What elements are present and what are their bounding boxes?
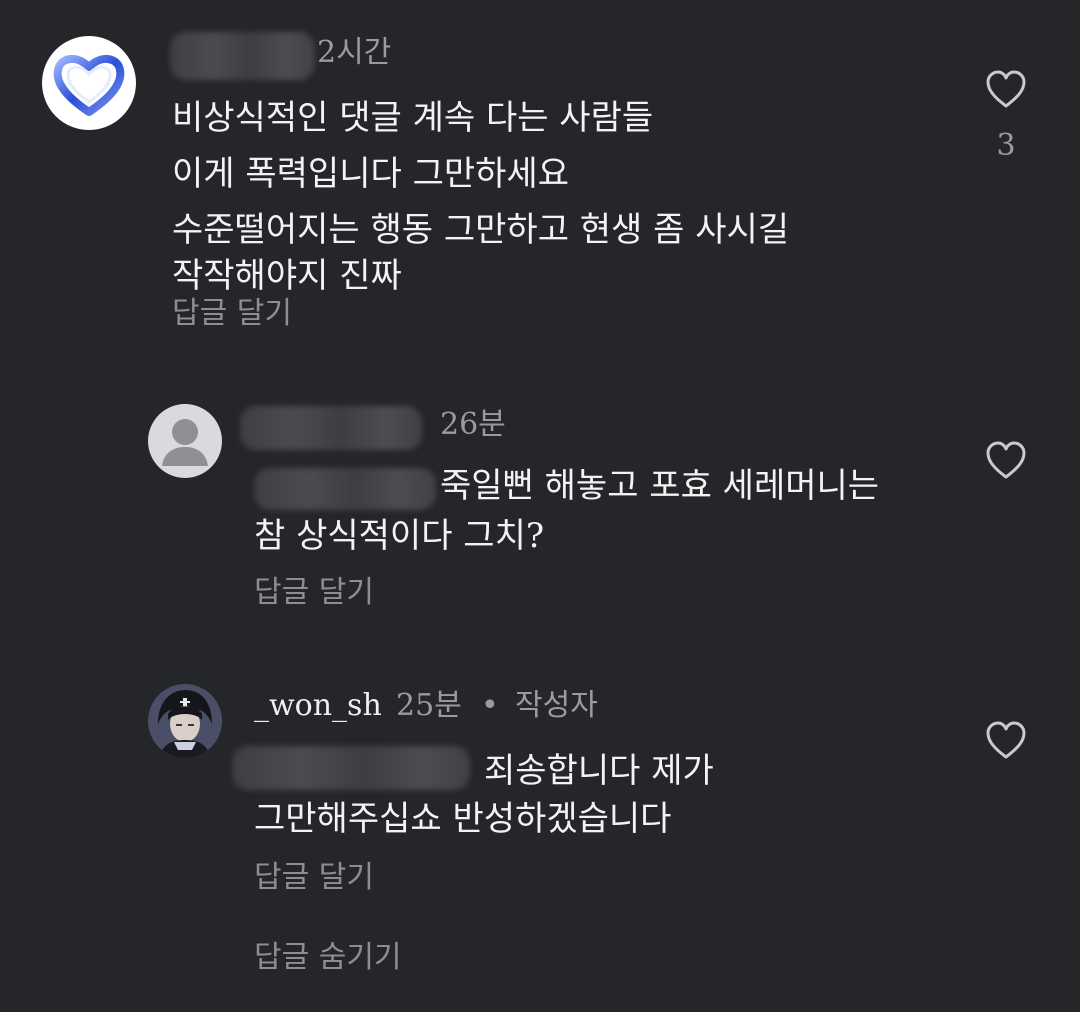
separator-dot: • — [481, 688, 499, 723]
hide-replies-button[interactable]: 답글 숨기기 — [254, 938, 402, 978]
reply-line: 죄송합니다 제가 — [484, 751, 714, 791]
avatar[interactable] — [148, 684, 222, 758]
reply-button[interactable]: 답글 달기 — [172, 294, 292, 334]
anime-character-avatar — [148, 684, 222, 758]
username-redacted — [170, 32, 315, 80]
avatar[interactable] — [42, 36, 136, 130]
like-count: 3 — [996, 128, 1016, 163]
default-user-icon — [162, 419, 208, 466]
author-badge: 작성자 — [515, 688, 598, 723]
username[interactable]: _won_sh — [254, 686, 382, 726]
reply-time: 25분 — [396, 688, 462, 723]
reply-line: 죽일뻔 해놓고 포효 세레머니는 — [440, 466, 880, 506]
blue-heart-icon — [53, 55, 125, 116]
heart-icon[interactable] — [985, 70, 1027, 110]
comment-line: 작작해야지 진짜 — [172, 256, 402, 296]
comment-time: 2시간 — [317, 35, 392, 70]
reply-button[interactable]: 답글 달기 — [254, 858, 374, 898]
mention-redacted — [232, 746, 470, 790]
comment-line: 이게 폭력입니다 그만하세요 — [172, 154, 569, 194]
reply-line: 그만해주십쇼 반성하겠습니다 — [254, 799, 672, 839]
heart-icon[interactable] — [985, 441, 1027, 481]
comment-body: 비상식적인 댓글 계속 다는 사람들 이게 폭력입니다 그만하세요 수준떨어지는… — [172, 94, 789, 300]
comment-line: 비상식적인 댓글 계속 다는 사람들 — [172, 98, 654, 138]
mention-redacted — [254, 468, 436, 510]
reply-time: 26분 — [440, 407, 506, 442]
reply-line: 참 상식적이다 그치? — [254, 516, 545, 556]
heart-icon[interactable] — [985, 721, 1027, 761]
username-redacted — [240, 406, 422, 450]
avatar[interactable] — [148, 404, 222, 478]
comment-line: 수준떨어지는 행동 그만하고 현생 좀 사시길 — [172, 210, 790, 250]
reply-button[interactable]: 답글 달기 — [254, 573, 374, 613]
